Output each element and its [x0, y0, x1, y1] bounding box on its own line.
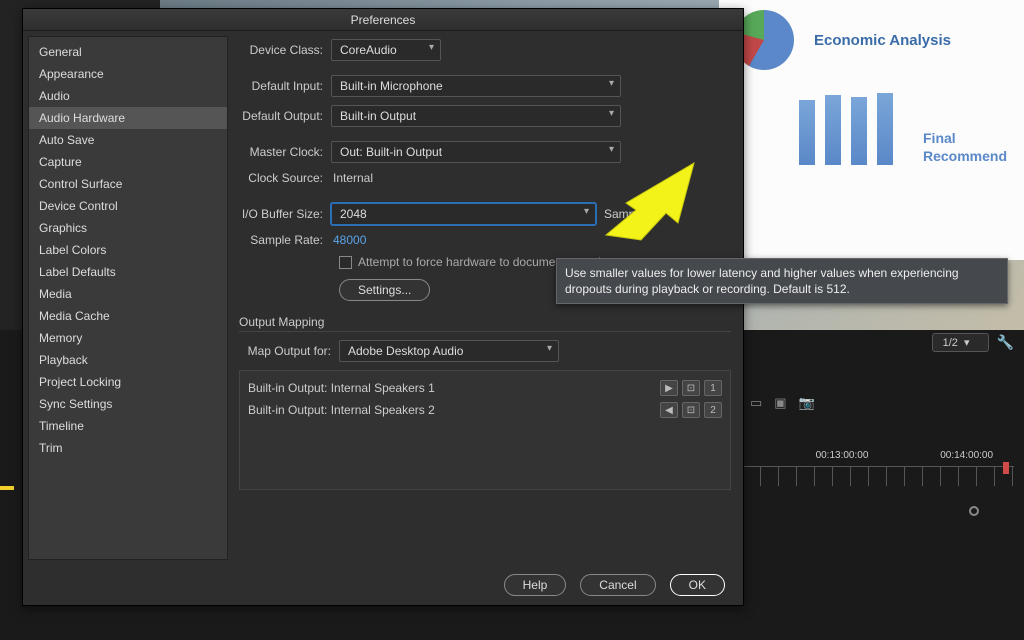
default-output-select[interactable]: Built-in Output — [331, 105, 621, 127]
channel-number[interactable]: 1 — [704, 380, 722, 396]
sidebar-item-audio-hardware[interactable]: Audio Hardware — [29, 107, 227, 129]
presentation-slide: Economic Analysis Final Recommend — [719, 0, 1024, 260]
sidebar-item-timeline[interactable]: Timeline — [29, 415, 227, 437]
export-frame-icon[interactable]: ▭ — [750, 395, 762, 411]
default-output-label: Default Output: — [239, 109, 331, 123]
bar-chart-icon — [799, 90, 893, 165]
map-output-for-select[interactable]: Adobe Desktop Audio — [339, 340, 559, 362]
sidebar-item-device-control[interactable]: Device Control — [29, 195, 227, 217]
sample-rate-label: Sample Rate: — [239, 233, 331, 247]
device-class-label: Device Class: — [239, 43, 331, 57]
settings-button[interactable]: Settings... — [339, 279, 430, 301]
sidebar-item-playback[interactable]: Playback — [29, 349, 227, 371]
io-buffer-label: I/O Buffer Size: — [239, 207, 331, 221]
sidebar-item-auto-save[interactable]: Auto Save — [29, 129, 227, 151]
sidebar-item-appearance[interactable]: Appearance — [29, 63, 227, 85]
io-buffer-tooltip: Use smaller values for lower latency and… — [556, 258, 1008, 304]
ok-button[interactable]: OK — [670, 574, 725, 596]
safe-margins-icon[interactable]: ▣ — [774, 395, 786, 411]
preferences-dialog: Preferences GeneralAppearanceAudioAudio … — [22, 8, 744, 606]
timecode: 00:13:00:00 — [816, 450, 869, 461]
mute-icon[interactable]: ◀ — [660, 402, 678, 418]
clock-source-label: Clock Source: — [239, 171, 331, 185]
master-clock-label: Master Clock: — [239, 145, 331, 159]
mapping-label: Built-in Output: Internal Speakers 1 — [248, 381, 435, 395]
sidebar-item-general[interactable]: General — [29, 41, 227, 63]
help-button[interactable]: Help — [504, 574, 567, 596]
route-icon[interactable]: ⊡ — [682, 402, 700, 418]
channel-number[interactable]: 2 — [704, 402, 722, 418]
cancel-button[interactable]: Cancel — [580, 574, 655, 596]
default-input-select[interactable]: Built-in Microphone — [331, 75, 621, 97]
sidebar-item-capture[interactable]: Capture — [29, 151, 227, 173]
sidebar-item-graphics[interactable]: Graphics — [29, 217, 227, 239]
dialog-title: Preferences — [23, 9, 743, 31]
zoom-select[interactable]: 1/2 ▾ — [932, 333, 989, 352]
map-output-for-label: Map Output for: — [239, 344, 339, 358]
default-input-label: Default Input: — [239, 79, 331, 93]
wrench-icon[interactable]: 🔧 — [997, 334, 1014, 351]
sidebar-item-media-cache[interactable]: Media Cache — [29, 305, 227, 327]
preferences-sidebar: GeneralAppearanceAudioAudio HardwareAuto… — [28, 36, 228, 560]
in-point-marker — [1003, 462, 1009, 474]
sidebar-item-control-surface[interactable]: Control Surface — [29, 173, 227, 195]
yellow-marker — [0, 486, 14, 490]
sidebar-item-audio[interactable]: Audio — [29, 85, 227, 107]
slide-title: Economic Analysis — [814, 32, 951, 49]
play-icon[interactable]: ▶ — [660, 380, 678, 396]
sample-rate-value[interactable]: 48000 — [331, 233, 366, 247]
master-clock-select[interactable]: Out: Built-in Output — [331, 141, 621, 163]
sidebar-item-label-colors[interactable]: Label Colors — [29, 239, 227, 261]
playhead-indicator[interactable] — [969, 506, 979, 516]
force-hardware-checkbox[interactable] — [339, 256, 352, 269]
output-mapping-header: Output Mapping — [239, 315, 731, 332]
output-mapping-row: Built-in Output: Internal Speakers 2 ◀ ⊡… — [246, 399, 724, 421]
mapping-label: Built-in Output: Internal Speakers 2 — [248, 403, 435, 417]
timecode: 00:14:00:00 — [940, 450, 993, 461]
route-icon[interactable]: ⊡ — [682, 380, 700, 396]
device-class-select[interactable]: CoreAudio — [331, 39, 441, 61]
dialog-footer: Help Cancel OK — [23, 565, 743, 605]
slide-subtitle: Final Recommend — [923, 129, 1007, 165]
sidebar-item-memory[interactable]: Memory — [29, 327, 227, 349]
output-mapping-list: Built-in Output: Internal Speakers 1 ▶ ⊡… — [239, 370, 731, 490]
camera-icon[interactable]: 📷 — [799, 395, 815, 411]
program-button-bar: ▭ ▣ 📷 — [750, 395, 815, 411]
sidebar-item-sync-settings[interactable]: Sync Settings — [29, 393, 227, 415]
io-buffer-suffix: Samples — [604, 207, 651, 221]
clock-source-value: Internal — [331, 171, 373, 185]
output-mapping-row: Built-in Output: Internal Speakers 1 ▶ ⊡… — [246, 377, 724, 399]
sidebar-item-media[interactable]: Media — [29, 283, 227, 305]
sidebar-item-label-defaults[interactable]: Label Defaults — [29, 261, 227, 283]
io-buffer-select[interactable]: 2048 — [331, 203, 596, 225]
sidebar-item-trim[interactable]: Trim — [29, 437, 227, 459]
sidebar-item-project-locking[interactable]: Project Locking — [29, 371, 227, 393]
